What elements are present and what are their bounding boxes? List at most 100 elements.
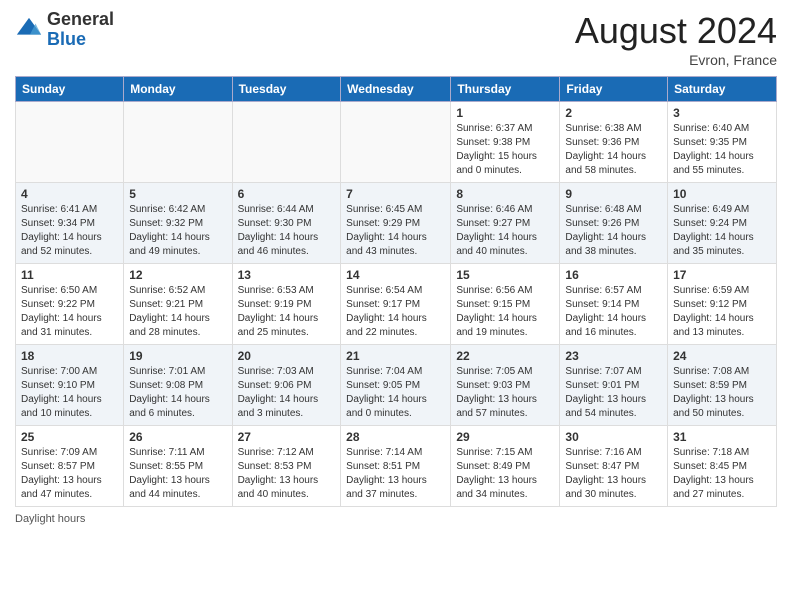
day-number: 24 <box>673 349 771 363</box>
day-number: 23 <box>565 349 662 363</box>
day-number: 9 <box>565 187 662 201</box>
calendar-day-cell: 29 Sunrise: 7:15 AM Sunset: 8:49 PM Dayli… <box>451 426 560 507</box>
calendar-day-header: Tuesday <box>232 77 341 102</box>
calendar-day-cell: 23 Sunrise: 7:07 AM Sunset: 9:01 PM Dayli… <box>560 345 668 426</box>
day-info: Sunrise: 7:15 AM Sunset: 8:49 PM Dayligh… <box>456 446 554 502</box>
day-info: Sunrise: 6:38 AM Sunset: 9:36 PM Dayligh… <box>565 122 662 178</box>
calendar-day-cell: 22 Sunrise: 7:05 AM Sunset: 9:03 PM Dayli… <box>451 345 560 426</box>
calendar-day-cell: 5 Sunrise: 6:42 AM Sunset: 9:32 PM Daylig… <box>124 183 232 264</box>
day-info: Sunrise: 7:01 AM Sunset: 9:08 PM Dayligh… <box>129 365 226 421</box>
calendar-day-cell: 19 Sunrise: 7:01 AM Sunset: 9:08 PM Dayli… <box>124 345 232 426</box>
day-info: Sunrise: 7:04 AM Sunset: 9:05 PM Dayligh… <box>346 365 445 421</box>
day-info: Sunrise: 7:09 AM Sunset: 8:57 PM Dayligh… <box>21 446 118 502</box>
calendar-day-header: Sunday <box>16 77 124 102</box>
day-info: Sunrise: 6:57 AM Sunset: 9:14 PM Dayligh… <box>565 284 662 340</box>
day-info: Sunrise: 7:00 AM Sunset: 9:10 PM Dayligh… <box>21 365 118 421</box>
calendar-day-cell: 24 Sunrise: 7:08 AM Sunset: 8:59 PM Dayli… <box>668 345 777 426</box>
day-info: Sunrise: 6:46 AM Sunset: 9:27 PM Dayligh… <box>456 203 554 259</box>
day-info: Sunrise: 6:42 AM Sunset: 9:32 PM Dayligh… <box>129 203 226 259</box>
calendar-table: SundayMondayTuesdayWednesdayThursdayFrid… <box>15 76 777 507</box>
day-number: 21 <box>346 349 445 363</box>
calendar-day-cell: 2Sunrise: 6:38 AM Sunset: 9:36 PM Daylig… <box>560 102 668 183</box>
calendar-day-cell: 14Sunrise: 6:54 AM Sunset: 9:17 PM Dayli… <box>341 264 451 345</box>
day-info: Sunrise: 7:12 AM Sunset: 8:53 PM Dayligh… <box>238 446 336 502</box>
calendar-day-cell: 6 Sunrise: 6:44 AM Sunset: 9:30 PM Daylig… <box>232 183 341 264</box>
calendar-week-row: 11 Sunrise: 6:50 AM Sunset: 9:22 PM Dayli… <box>16 264 777 345</box>
footer-note: Daylight hours <box>15 513 777 525</box>
day-info: Sunrise: 7:11 AM Sunset: 8:55 PM Dayligh… <box>129 446 226 502</box>
day-info: Sunrise: 7:05 AM Sunset: 9:03 PM Dayligh… <box>456 365 554 421</box>
calendar-week-row: 1 Sunrise: 6:37 AM Sunset: 9:38 PM Daylig… <box>16 102 777 183</box>
calendar-day-cell: 28 Sunrise: 7:14 AM Sunset: 8:51 PM Dayli… <box>341 426 451 507</box>
day-info: Sunrise: 7:03 AM Sunset: 9:06 PM Dayligh… <box>238 365 336 421</box>
logo: General Blue <box>15 10 114 50</box>
calendar-day-cell: 3 Sunrise: 6:40 AM Sunset: 9:35 PM Daylig… <box>668 102 777 183</box>
day-number: 8 <box>456 187 554 201</box>
calendar-week-row: 18 Sunrise: 7:00 AM Sunset: 9:10 PM Dayli… <box>16 345 777 426</box>
logo-icon <box>15 16 43 44</box>
calendar-day-cell: 25Sunrise: 7:09 AM Sunset: 8:57 PM Dayli… <box>16 426 124 507</box>
day-number: 3 <box>673 106 771 120</box>
day-info: Sunrise: 6:52 AM Sunset: 9:21 PM Dayligh… <box>129 284 226 340</box>
day-info: Sunrise: 6:59 AM Sunset: 9:12 PM Dayligh… <box>673 284 771 340</box>
day-number: 18 <box>21 349 118 363</box>
day-info: Sunrise: 7:07 AM Sunset: 9:01 PM Dayligh… <box>565 365 662 421</box>
day-number: 5 <box>129 187 226 201</box>
day-info: Sunrise: 6:50 AM Sunset: 9:22 PM Dayligh… <box>21 284 118 340</box>
day-number: 19 <box>129 349 226 363</box>
day-info: Sunrise: 6:41 AM Sunset: 9:34 PM Dayligh… <box>21 203 118 259</box>
calendar-day-cell: 9 Sunrise: 6:48 AM Sunset: 9:26 PM Daylig… <box>560 183 668 264</box>
logo-text: General Blue <box>47 10 114 50</box>
calendar-day-cell <box>232 102 341 183</box>
day-info: Sunrise: 6:44 AM Sunset: 9:30 PM Dayligh… <box>238 203 336 259</box>
calendar-day-cell: 31 Sunrise: 7:18 AM Sunset: 8:45 PM Dayli… <box>668 426 777 507</box>
day-info: Sunrise: 6:45 AM Sunset: 9:29 PM Dayligh… <box>346 203 445 259</box>
calendar-day-cell: 18 Sunrise: 7:00 AM Sunset: 9:10 PM Dayli… <box>16 345 124 426</box>
day-number: 20 <box>238 349 336 363</box>
day-info: Sunrise: 6:53 AM Sunset: 9:19 PM Dayligh… <box>238 284 336 340</box>
day-number: 28 <box>346 430 445 444</box>
calendar-day-cell: 4Sunrise: 6:41 AM Sunset: 9:34 PM Daylig… <box>16 183 124 264</box>
calendar-day-cell: 15 Sunrise: 6:56 AM Sunset: 9:15 PM Dayli… <box>451 264 560 345</box>
day-number: 27 <box>238 430 336 444</box>
title-block: August 2024 Evron, France <box>575 10 777 68</box>
calendar-day-header: Monday <box>124 77 232 102</box>
calendar-day-cell <box>341 102 451 183</box>
day-number: 26 <box>129 430 226 444</box>
day-number: 16 <box>565 268 662 282</box>
day-info: Sunrise: 6:40 AM Sunset: 9:35 PM Dayligh… <box>673 122 771 178</box>
day-number: 1 <box>456 106 554 120</box>
calendar-day-cell: 12 Sunrise: 6:52 AM Sunset: 9:21 PM Dayli… <box>124 264 232 345</box>
day-number: 29 <box>456 430 554 444</box>
calendar-day-cell: 7Sunrise: 6:45 AM Sunset: 9:29 PM Daylig… <box>341 183 451 264</box>
day-info: Sunrise: 6:37 AM Sunset: 9:38 PM Dayligh… <box>456 122 554 178</box>
calendar-day-cell: 26 Sunrise: 7:11 AM Sunset: 8:55 PM Dayli… <box>124 426 232 507</box>
day-number: 31 <box>673 430 771 444</box>
day-number: 15 <box>456 268 554 282</box>
day-info: Sunrise: 7:14 AM Sunset: 8:51 PM Dayligh… <box>346 446 445 502</box>
calendar-day-cell: 16 Sunrise: 6:57 AM Sunset: 9:14 PM Dayli… <box>560 264 668 345</box>
calendar-day-cell: 21 Sunrise: 7:04 AM Sunset: 9:05 PM Dayli… <box>341 345 451 426</box>
calendar-day-header: Thursday <box>451 77 560 102</box>
calendar-day-cell: 11 Sunrise: 6:50 AM Sunset: 9:22 PM Dayli… <box>16 264 124 345</box>
calendar-day-cell <box>16 102 124 183</box>
day-number: 12 <box>129 268 226 282</box>
day-info: Sunrise: 6:48 AM Sunset: 9:26 PM Dayligh… <box>565 203 662 259</box>
day-info: Sunrise: 7:18 AM Sunset: 8:45 PM Dayligh… <box>673 446 771 502</box>
logo-general-text: General <box>47 10 114 30</box>
day-number: 22 <box>456 349 554 363</box>
location-subtitle: Evron, France <box>575 52 777 68</box>
calendar-header-row: SundayMondayTuesdayWednesdayThursdayFrid… <box>16 77 777 102</box>
day-number: 6 <box>238 187 336 201</box>
calendar-day-cell: 27 Sunrise: 7:12 AM Sunset: 8:53 PM Dayli… <box>232 426 341 507</box>
day-number: 11 <box>21 268 118 282</box>
calendar-day-cell: 17 Sunrise: 6:59 AM Sunset: 9:12 PM Dayli… <box>668 264 777 345</box>
calendar-day-header: Saturday <box>668 77 777 102</box>
calendar-day-cell: 20 Sunrise: 7:03 AM Sunset: 9:06 PM Dayli… <box>232 345 341 426</box>
day-info: Sunrise: 6:56 AM Sunset: 9:15 PM Dayligh… <box>456 284 554 340</box>
day-info: Sunrise: 6:54 AM Sunset: 9:17 PM Dayligh… <box>346 284 445 340</box>
calendar-week-row: 4Sunrise: 6:41 AM Sunset: 9:34 PM Daylig… <box>16 183 777 264</box>
calendar-day-cell: 1 Sunrise: 6:37 AM Sunset: 9:38 PM Daylig… <box>451 102 560 183</box>
day-number: 17 <box>673 268 771 282</box>
day-info: Sunrise: 7:08 AM Sunset: 8:59 PM Dayligh… <box>673 365 771 421</box>
